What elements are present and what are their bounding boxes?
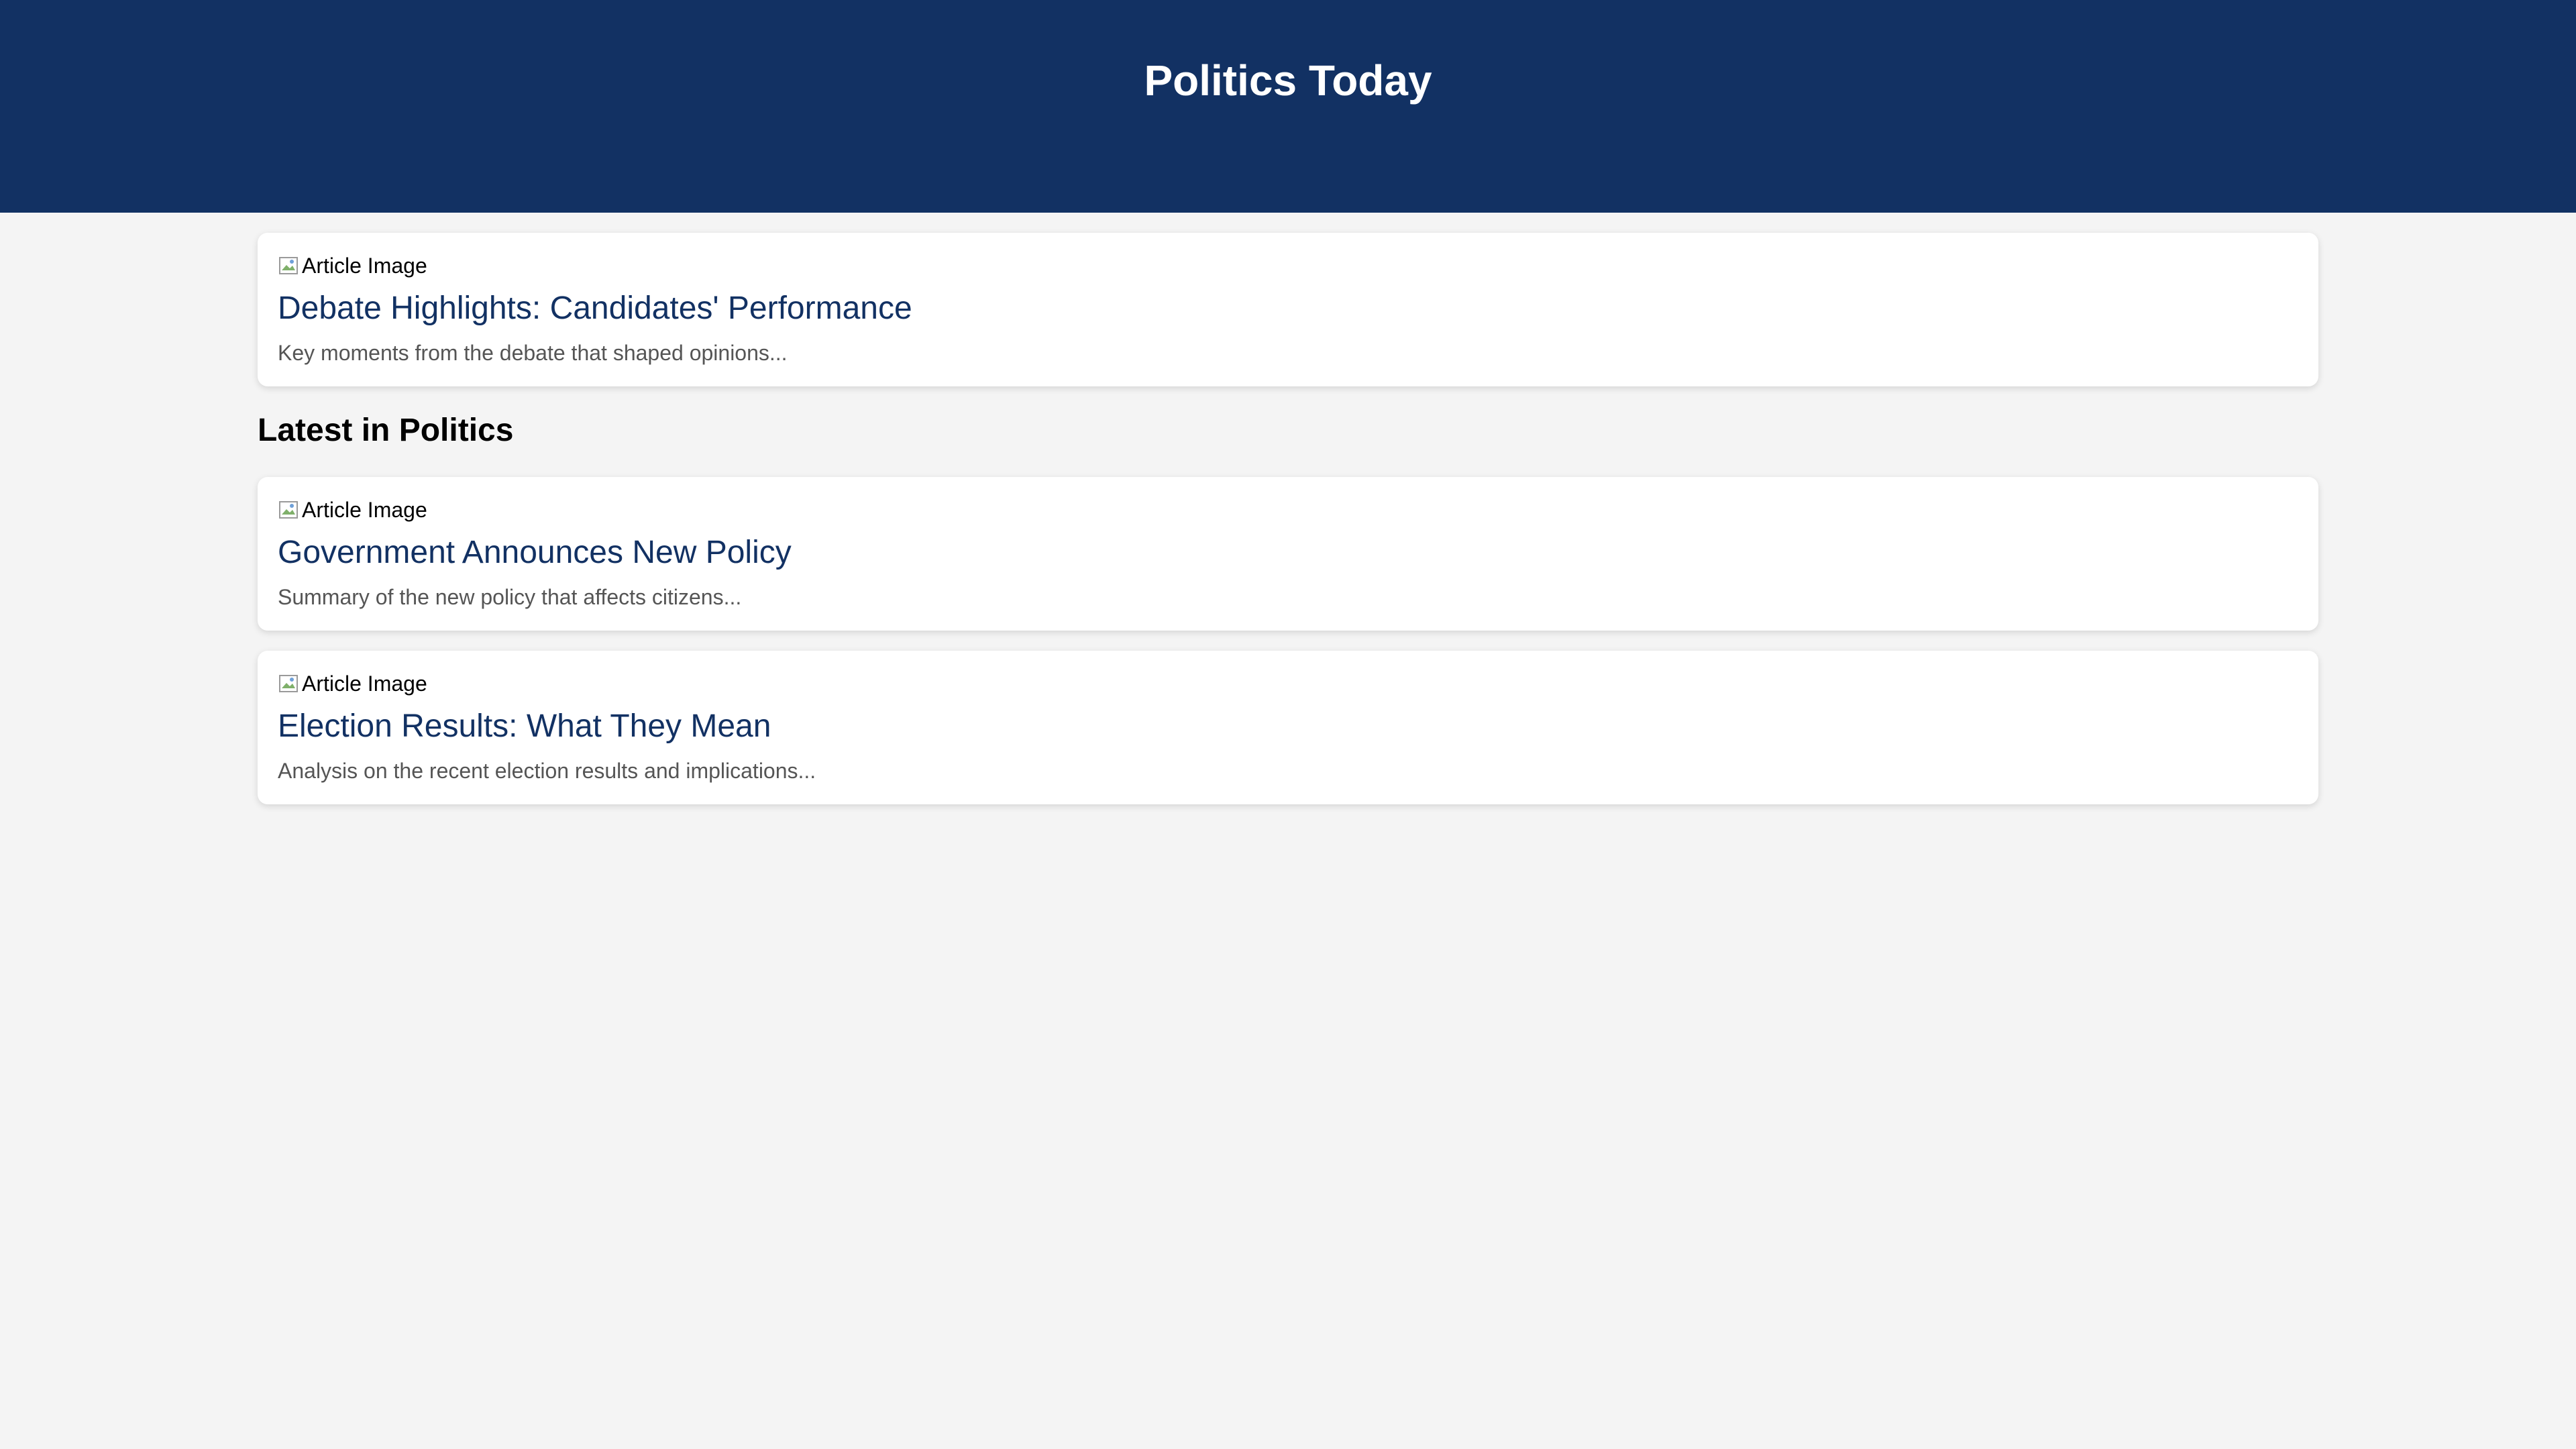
article-image: Article Image (278, 668, 427, 699)
article-image: Article Image (278, 494, 427, 525)
site-title: Politics Today (1144, 56, 1432, 105)
article-title[interactable]: Government Announces New Policy (278, 531, 792, 574)
broken-image-icon (278, 672, 301, 695)
site-header: Politics Today (0, 0, 2576, 213)
article-image: Article Image (278, 250, 427, 281)
article-title[interactable]: Election Results: What They Mean (278, 705, 771, 748)
article-image-alt-text: Article Image (302, 254, 427, 278)
article-image-alt-text: Article Image (302, 498, 427, 522)
article-summary: Summary of the new policy that affects c… (278, 585, 742, 609)
article-image-alt-text: Article Image (302, 672, 427, 696)
featured-article-card[interactable]: Article Image Debate Highlights: Candida… (258, 233, 2318, 386)
broken-image-icon (278, 254, 301, 277)
section-heading-latest: Latest in Politics (258, 413, 514, 448)
article-summary: Analysis on the recent election results … (278, 759, 816, 783)
broken-image-icon (278, 498, 301, 521)
article-title[interactable]: Debate Highlights: Candidates' Performan… (278, 287, 912, 330)
article-card[interactable]: Article Image Election Results: What The… (258, 651, 2318, 804)
article-card[interactable]: Article Image Government Announces New P… (258, 477, 2318, 631)
article-summary: Key moments from the debate that shaped … (278, 341, 788, 365)
